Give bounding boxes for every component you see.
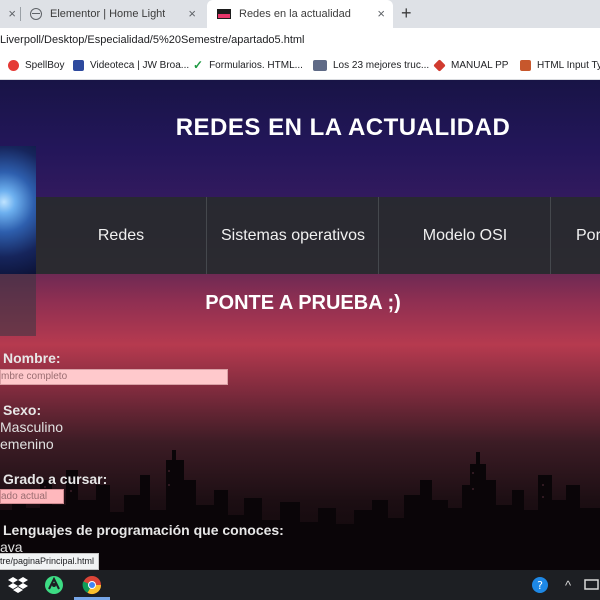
tab-redes-active[interactable]: Redes en la actualidad × (207, 0, 393, 28)
bookmarks-bar: SpellBoy Videoteca | JW Broa... ✓ Formul… (0, 54, 600, 80)
html-icon (520, 60, 531, 71)
globe-icon (30, 8, 42, 20)
nav-item-modelo-osi[interactable]: Modelo OSI (380, 197, 551, 274)
bookmark-spellboy[interactable]: SpellBoy (8, 60, 64, 71)
section-title: PONTE A PRUEBA ;) (205, 292, 401, 314)
name-placeholder: mbre completo (1, 371, 68, 382)
android-studio-icon[interactable] (42, 573, 66, 597)
bookmark-label: MANUAL PP (451, 60, 509, 71)
diamond-icon (433, 59, 446, 72)
page-viewport: REDES EN LA ACTUALIDAD Redes Sistemas op… (0, 80, 600, 570)
bookmark-label: SpellBoy (25, 60, 65, 71)
close-tab-icon[interactable]: × (8, 6, 16, 21)
tab-separator (20, 7, 21, 21)
svg-text:?: ? (537, 579, 543, 592)
bookmark-html-input[interactable]: HTML Input Typ (520, 60, 600, 71)
radio-option-femenino[interactable]: emenino (0, 436, 54, 452)
bookmark-label: Formularios. HTML... (209, 60, 303, 71)
page-title: REDES EN LA ACTUALIDAD (175, 114, 511, 141)
spellboy-icon (8, 60, 19, 71)
tab-label: Elementor | Home Light (50, 8, 166, 20)
checkmark-icon: ✓ (193, 58, 204, 72)
tab-label: Redes en la actualidad (239, 8, 351, 20)
jw-icon (73, 60, 84, 71)
city-skyline-image (0, 450, 600, 570)
name-label: Nombre: (3, 350, 61, 366)
radio-option-masculino[interactable]: Masculino (0, 419, 63, 435)
article-icon (313, 60, 327, 71)
close-tab-icon[interactable]: × (188, 6, 196, 21)
chrome-icon[interactable] (80, 573, 104, 597)
bookmark-label: Videoteca | JW Broa... (90, 60, 190, 71)
hero-image (0, 146, 36, 274)
close-tab-icon[interactable]: × (377, 6, 385, 21)
address-bar[interactable]: Liverpoll/Desktop/Especialidad/5%20Semes… (0, 28, 600, 54)
new-tab-button[interactable]: + (401, 3, 412, 24)
tab-previous[interactable]: × (0, 0, 18, 28)
bookmark-label: HTML Input Typ (537, 60, 600, 71)
main-nav: Redes Sistemas operativos Modelo OSI Por (36, 197, 600, 274)
system-tray-icon[interactable] (580, 573, 600, 597)
bookmark-trucos[interactable]: Los 23 mejores truc... (313, 60, 429, 71)
taskbar: ? ^ (0, 570, 600, 600)
bookmark-formularios[interactable]: ✓ Formularios. HTML... (193, 58, 303, 72)
tab-strip: × Elementor | Home Light × Redes en la a… (0, 0, 600, 28)
chevron-up-icon[interactable]: ^ (556, 573, 580, 597)
dropbox-icon[interactable] (6, 573, 30, 597)
grade-select[interactable]: ado actual (0, 489, 64, 504)
bookmark-videoteca[interactable]: Videoteca | JW Broa... (73, 60, 189, 71)
grade-label: Grado a cursar: (3, 471, 108, 487)
nav-item-por[interactable]: Por (552, 197, 600, 274)
sex-label: Sexo: (3, 402, 42, 418)
name-input[interactable]: mbre completo (0, 369, 228, 385)
bookmark-manual-pp[interactable]: MANUAL PP (433, 59, 509, 72)
grade-select-value: ado actual (1, 491, 48, 502)
link-status-tooltip: tre/paginaPrincipal.html (0, 553, 100, 570)
url-text[interactable]: Liverpoll/Desktop/Especialidad/5%20Semes… (0, 34, 305, 46)
site-favicon-icon (217, 9, 231, 19)
nav-item-sistemas-operativos[interactable]: Sistemas operativos (208, 197, 379, 274)
nav-item-redes[interactable]: Redes (36, 197, 207, 274)
help-icon[interactable]: ? (528, 573, 552, 597)
languages-label: Lenguajes de programación que conoces: (3, 522, 284, 538)
bookmark-label: Los 23 mejores truc... (333, 60, 430, 71)
tab-elementor[interactable]: Elementor | Home Light × (22, 0, 204, 28)
